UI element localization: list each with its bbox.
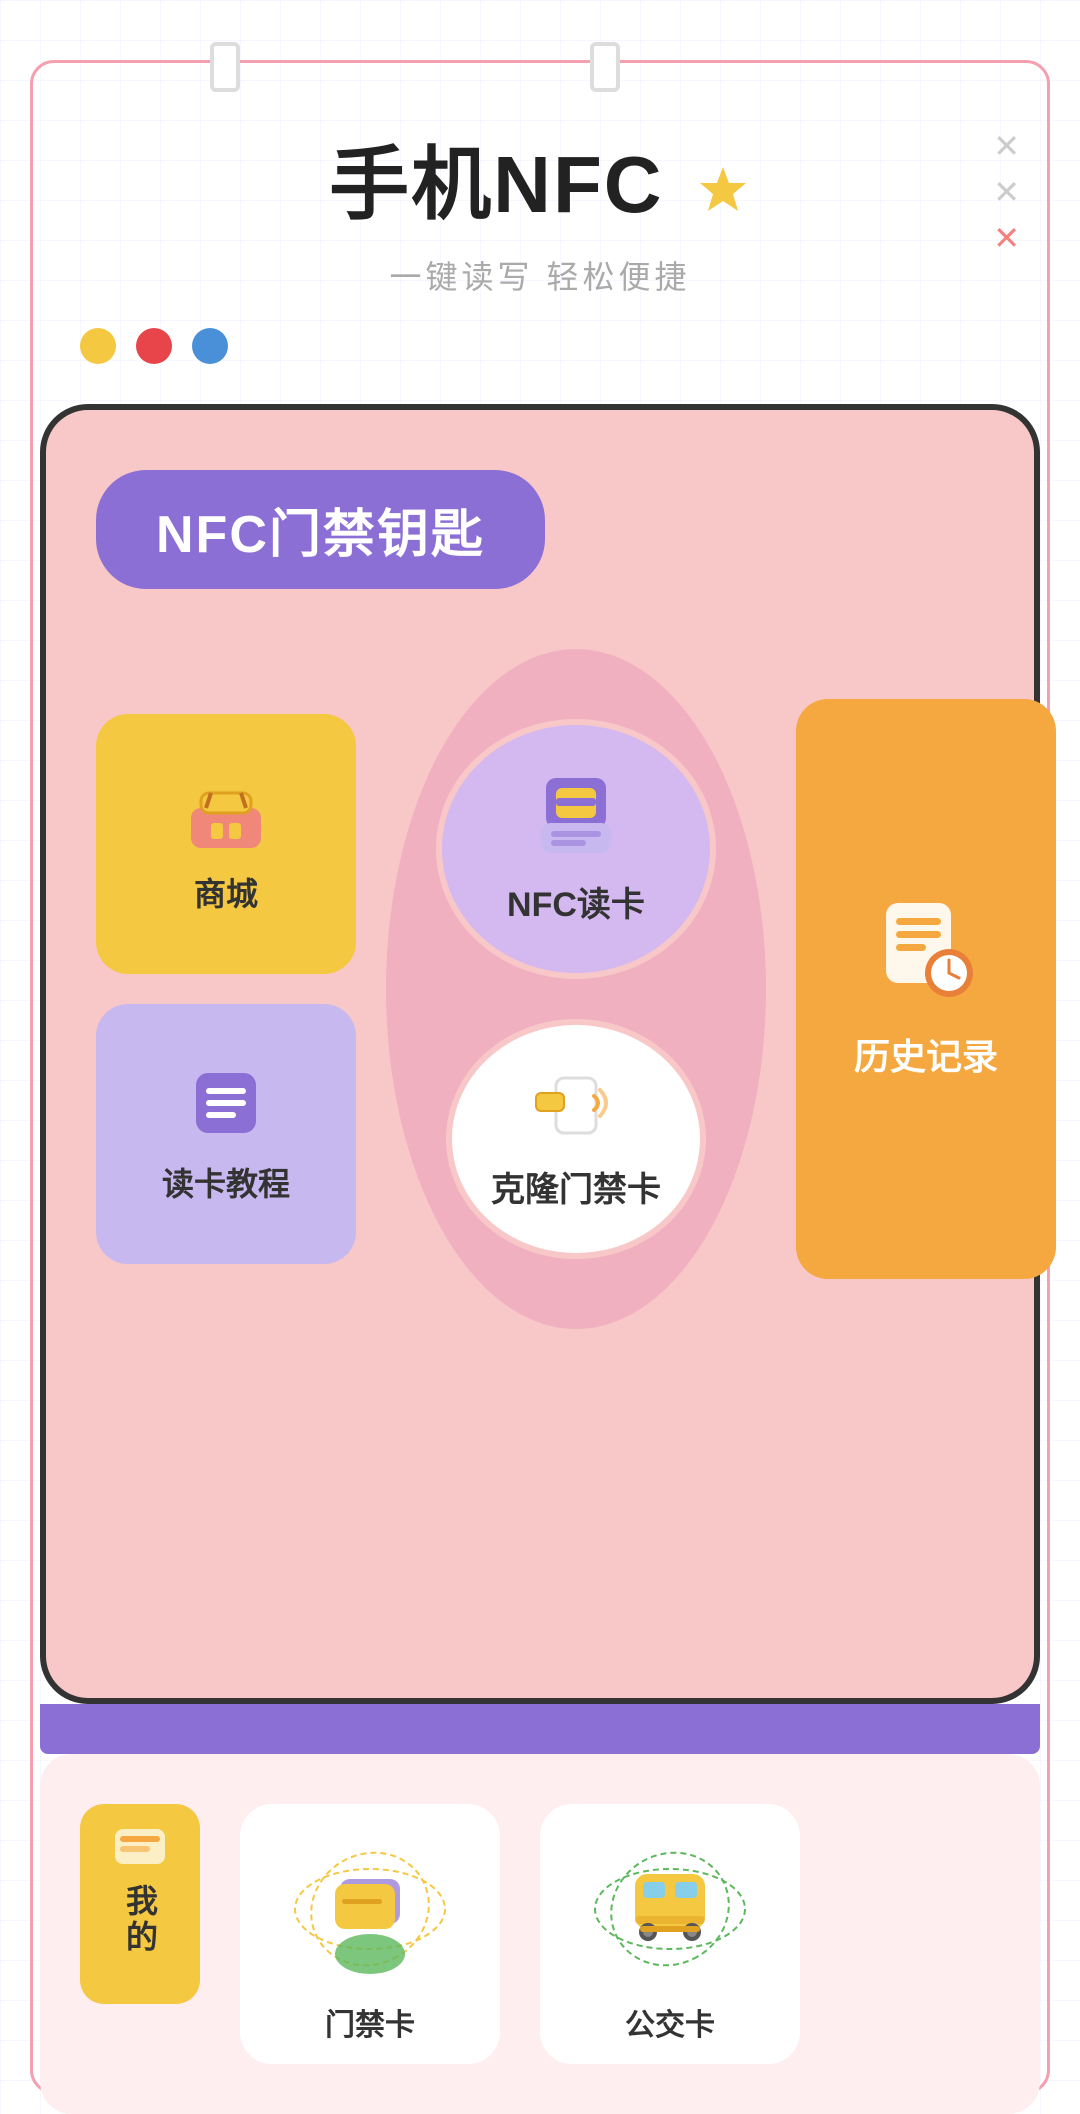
nfc-read-label: NFC读卡 bbox=[507, 877, 645, 926]
phone-area: NFC门禁钥匙 bbox=[40, 404, 1040, 1704]
center-oval: NFC读卡 克隆门禁卡 bbox=[386, 649, 766, 1329]
tutorial-icon bbox=[181, 1063, 271, 1143]
dot-blue bbox=[192, 328, 228, 364]
clone-label: 克隆门禁卡 bbox=[491, 1162, 661, 1211]
my-strip-label: 我的 bbox=[117, 1884, 163, 1956]
star-icon bbox=[688, 139, 751, 231]
purple-stripe bbox=[40, 1704, 1040, 1754]
shop-icon bbox=[176, 773, 276, 853]
right-column: 历史记录 bbox=[796, 699, 1056, 1279]
nfc-read-button[interactable]: NFC读卡 bbox=[436, 719, 716, 979]
close-icon-3[interactable]: ✕ bbox=[993, 222, 1020, 254]
bus-card-button[interactable]: 公交卡 bbox=[540, 1804, 800, 2064]
binder-ring-left bbox=[210, 42, 240, 92]
close-icon-2[interactable]: ✕ bbox=[993, 176, 1020, 208]
left-column: 商城 读卡教程 bbox=[96, 714, 356, 1264]
bus-card-label: 公交卡 bbox=[625, 2000, 715, 2044]
tutorial-label: 读卡教程 bbox=[162, 1159, 290, 1205]
nfc-badge[interactable]: NFC门禁钥匙 bbox=[96, 470, 545, 589]
close-icons: ✕ ✕ ✕ bbox=[993, 130, 1020, 254]
button-grid: 商城 读卡教程 bbox=[96, 649, 984, 1359]
access-card-label: 门禁卡 bbox=[325, 2000, 415, 2044]
header: 手机NFC 一键读写 轻松便捷 bbox=[0, 0, 1080, 298]
title-text: 手机NFC bbox=[329, 140, 663, 229]
bottom-area: 我的 门禁卡 bbox=[40, 1754, 1040, 2114]
bus-card-icon bbox=[540, 1824, 800, 1984]
access-card-button[interactable]: 门禁卡 bbox=[240, 1804, 500, 2064]
my-strip: 我的 bbox=[80, 1804, 200, 2004]
dot-yellow bbox=[80, 328, 116, 364]
clone-icon bbox=[526, 1068, 626, 1148]
history-label: 历史记录 bbox=[854, 1028, 998, 1080]
access-card-icon bbox=[240, 1824, 500, 1984]
history-icon bbox=[871, 898, 981, 1008]
history-button[interactable]: 历史记录 bbox=[796, 699, 1056, 1279]
dots-row bbox=[0, 298, 1080, 394]
page-title: 手机NFC bbox=[0, 120, 1080, 236]
clone-button[interactable]: 克隆门禁卡 bbox=[446, 1019, 706, 1259]
binder-ring-right bbox=[590, 42, 620, 92]
close-icon-1[interactable]: ✕ bbox=[993, 130, 1020, 162]
nfc-read-icon bbox=[521, 773, 631, 863]
my-strip-icon bbox=[110, 1824, 170, 1874]
header-subtitle: 一键读写 轻松便捷 bbox=[0, 252, 1080, 298]
shop-button[interactable]: 商城 bbox=[96, 714, 356, 974]
dot-red bbox=[136, 328, 172, 364]
tutorial-button[interactable]: 读卡教程 bbox=[96, 1004, 356, 1264]
shop-label: 商城 bbox=[194, 869, 258, 915]
